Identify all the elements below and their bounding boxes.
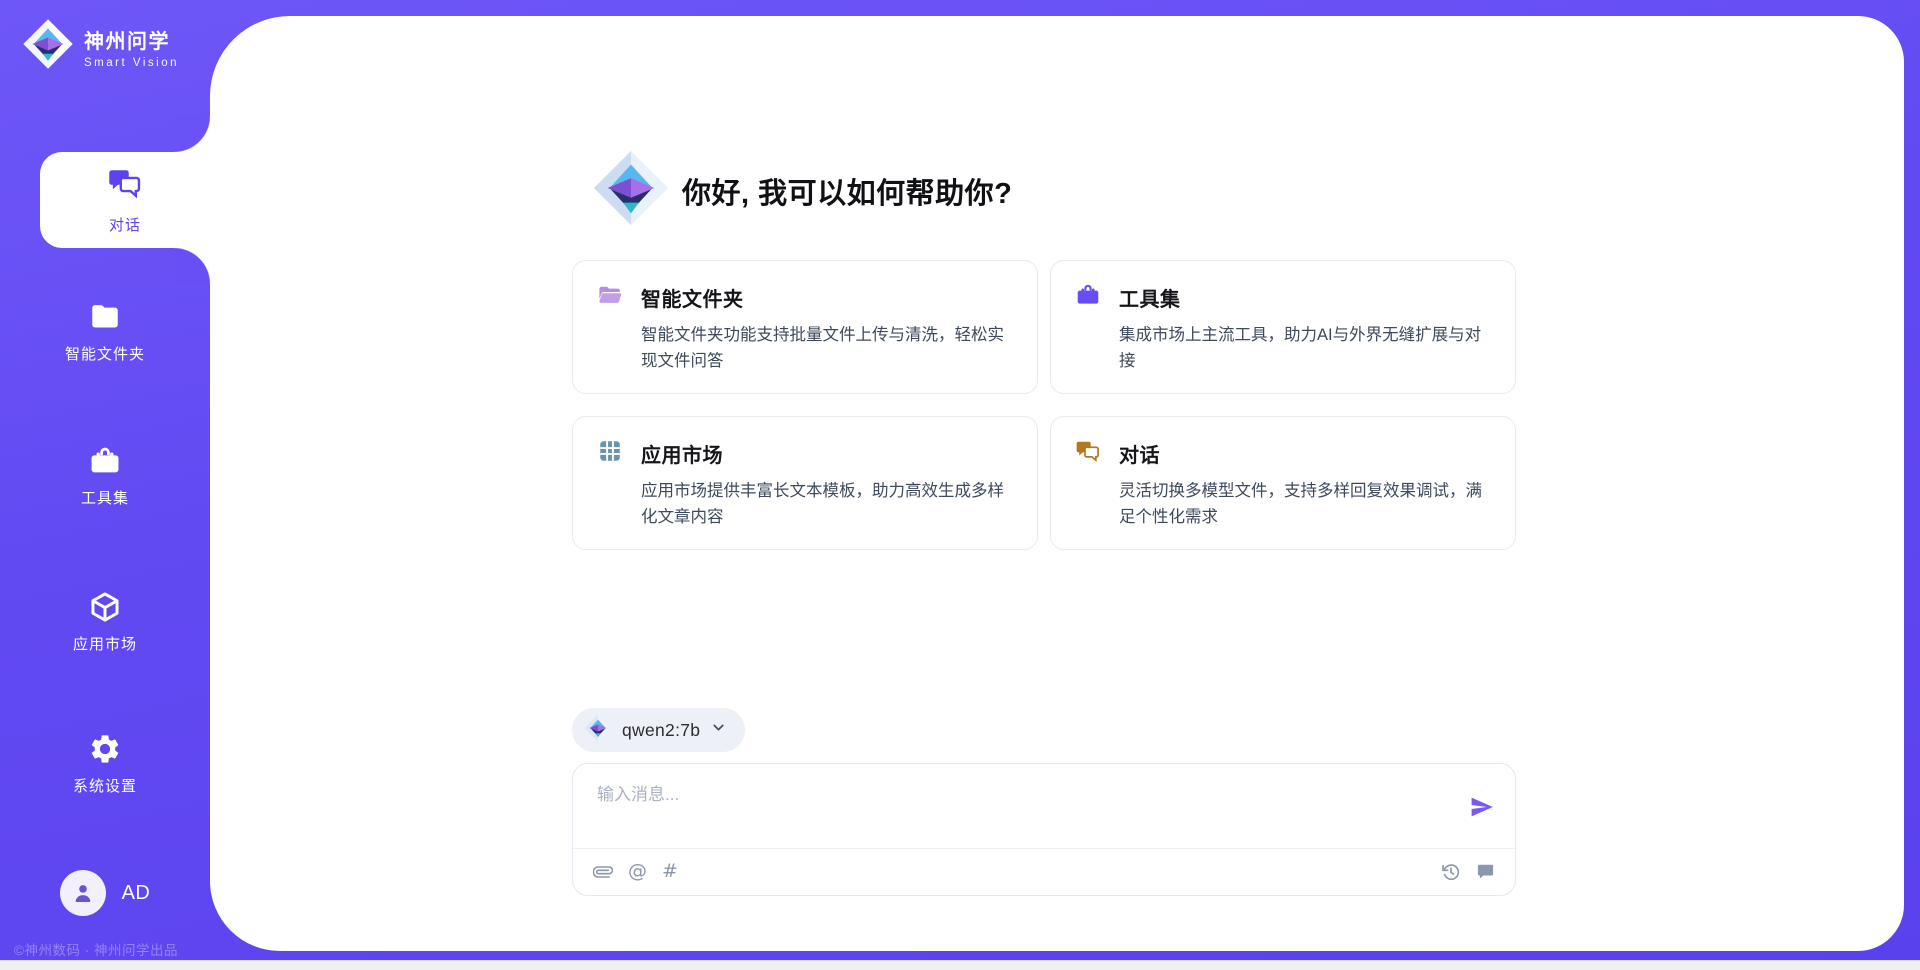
paperclip-icon xyxy=(593,862,613,882)
attach-button[interactable] xyxy=(593,862,613,882)
user-account[interactable]: AD xyxy=(0,870,210,916)
card-title: 工具集 xyxy=(1119,283,1181,312)
card-description: 应用市场提供丰富长文本模板，助力高效生成多样化文章内容 xyxy=(641,478,1013,530)
chat-bubble-icon xyxy=(1476,862,1495,881)
mention-button[interactable]: @ xyxy=(628,862,647,881)
toolbox-icon xyxy=(1075,282,1101,313)
card-title: 应用市场 xyxy=(641,439,723,468)
sidebar-footer-text: ©神州数码 · 神州问学出品 xyxy=(14,939,178,959)
feature-card-smart-folder[interactable]: 智能文件夹 智能文件夹功能支持批量文件上传与清洗，轻松实现文件问答 xyxy=(572,260,1038,394)
sidebar-item-chat[interactable]: 对话 xyxy=(40,152,210,248)
card-description: 智能文件夹功能支持批量文件上传与清洗，轻松实现文件问答 xyxy=(641,322,1013,374)
tab-curve-bottom xyxy=(174,248,210,284)
brand-logo: 神州问学 Smart Vision xyxy=(22,18,179,75)
brand-diamond-icon xyxy=(22,18,74,75)
folder-open-icon xyxy=(597,282,623,313)
sidebar-item-label: 对话 xyxy=(109,214,141,235)
toolbox-icon xyxy=(88,444,122,478)
tab-curve-top xyxy=(174,116,210,152)
avatar xyxy=(60,870,106,916)
sidebar-item-label: 智能文件夹 xyxy=(65,343,145,364)
message-input[interactable] xyxy=(595,778,1451,844)
sidebar-item-toolset[interactable]: 工具集 xyxy=(0,444,210,508)
sidebar-item-app-market[interactable]: 应用市场 xyxy=(0,590,210,654)
chevron-down-icon xyxy=(710,719,727,741)
hashtag-icon: # xyxy=(662,862,678,881)
main-panel: 你好, 我可以如何帮助你? 智能文件夹 智能文件夹功能支持批量文件上传与清洗，轻… xyxy=(210,16,1904,951)
grid-icon xyxy=(597,438,623,469)
history-icon xyxy=(1441,862,1461,882)
folder-icon xyxy=(88,300,122,334)
page-bottom-strip xyxy=(0,960,1920,970)
composer: @ # xyxy=(572,763,1516,896)
card-description: 灵活切换多模型文件，支持多样回复效果调试，满足个性化需求 xyxy=(1119,478,1491,530)
greeting: 你好, 我可以如何帮助你? xyxy=(572,149,1516,232)
feedback-button[interactable] xyxy=(1476,862,1495,881)
brand-subtitle: Smart Vision xyxy=(84,57,179,69)
composer-toolbar: @ # xyxy=(573,848,1515,895)
sidebar-item-label: 工具集 xyxy=(81,487,129,508)
sidebar-item-label: 应用市场 xyxy=(73,633,137,654)
user-initials: AD xyxy=(122,882,151,905)
at-icon: @ xyxy=(628,862,647,881)
feature-cards: 智能文件夹 智能文件夹功能支持批量文件上传与清洗，轻松实现文件问答 工具集 xyxy=(572,260,1516,550)
feature-card-chat[interactable]: 对话 灵活切换多模型文件，支持多样回复效果调试，满足个性化需求 xyxy=(1050,416,1516,550)
model-name: qwen2:7b xyxy=(622,720,700,741)
sidebar-item-settings[interactable]: 系统设置 xyxy=(0,732,210,796)
hashtag-button[interactable]: # xyxy=(662,862,678,881)
sidebar-item-label: 系统设置 xyxy=(73,775,137,796)
model-diamond-icon xyxy=(584,714,612,747)
greeting-title: 你好, 我可以如何帮助你? xyxy=(682,170,1012,212)
person-icon xyxy=(70,880,96,906)
main-content: 你好, 我可以如何帮助你? 智能文件夹 智能文件夹功能支持批量文件上传与清洗，轻… xyxy=(572,16,1516,896)
card-description: 集成市场上主流工具，助力AI与外界无缝扩展与对接 xyxy=(1119,322,1491,374)
feature-card-app-market[interactable]: 应用市场 应用市场提供丰富长文本模板，助力高效生成多样化文章内容 xyxy=(572,416,1038,550)
brand-name: 神州问学 xyxy=(84,25,179,54)
send-icon xyxy=(1469,794,1495,820)
send-button[interactable] xyxy=(1469,794,1495,820)
feature-card-toolset[interactable]: 工具集 集成市场上主流工具，助力AI与外界无缝扩展与对接 xyxy=(1050,260,1516,394)
card-title: 智能文件夹 xyxy=(641,283,744,312)
card-title: 对话 xyxy=(1119,439,1160,468)
greeting-diamond-icon xyxy=(592,149,670,232)
model-selector[interactable]: qwen2:7b xyxy=(572,708,745,752)
cube-icon xyxy=(88,590,122,624)
sidebar: 神州问学 Smart Vision 对话 智能文件夹 xyxy=(0,0,210,970)
gear-icon xyxy=(88,732,122,766)
sidebar-item-smart-folder[interactable]: 智能文件夹 xyxy=(0,300,210,364)
history-button[interactable] xyxy=(1441,862,1461,882)
chat-icon xyxy=(1075,438,1101,469)
chat-icon xyxy=(107,165,143,206)
